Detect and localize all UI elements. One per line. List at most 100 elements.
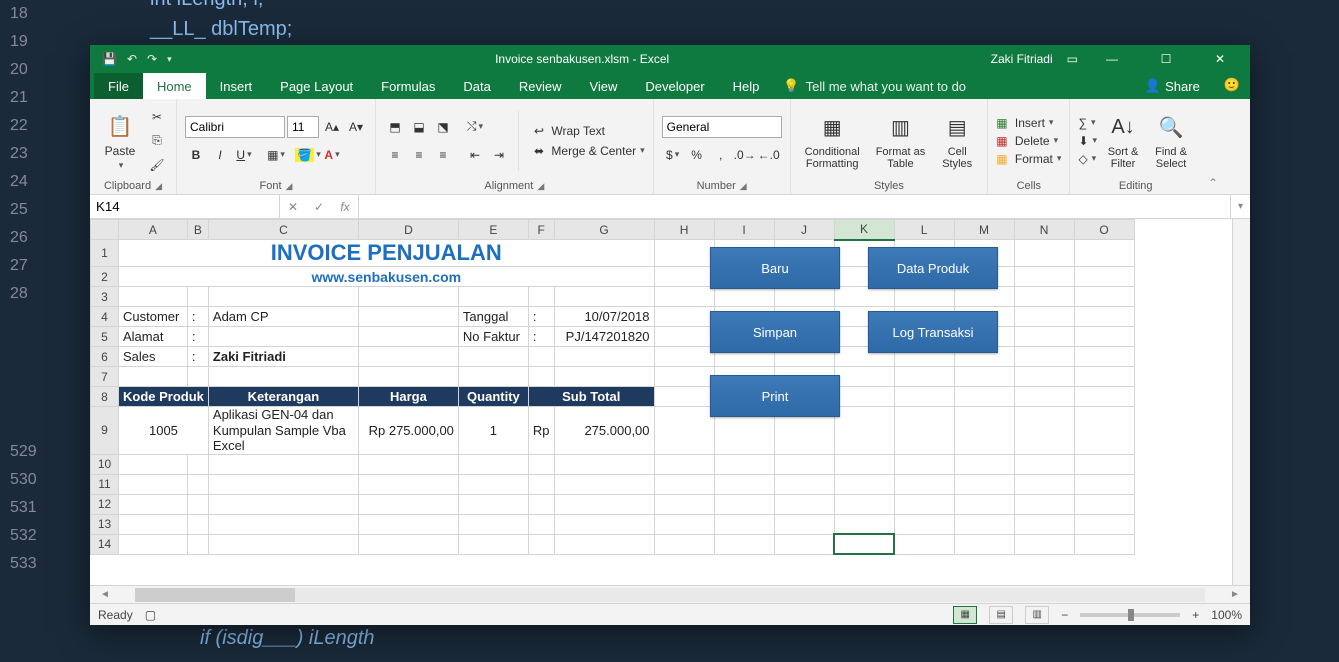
format-as-table-button[interactable]: ▥Format as Table	[870, 110, 932, 172]
cell-B11[interactable]	[187, 474, 208, 494]
cell-G6[interactable]	[554, 347, 654, 367]
row-header-6[interactable]: 6	[91, 347, 119, 367]
cell-C10[interactable]	[208, 454, 358, 474]
col-header-F[interactable]: F	[528, 220, 554, 240]
cell-H12[interactable]	[654, 494, 714, 514]
cell-B4[interactable]: :	[187, 307, 208, 327]
col-header-N[interactable]: N	[1014, 220, 1074, 240]
cell-F13[interactable]	[528, 514, 554, 534]
clipboard-dialog-icon[interactable]: ◢	[155, 181, 162, 192]
worksheet-grid[interactable]: ABCDEFGHIJKLMNO1INVOICE PENJUALAN2www.se…	[90, 219, 1232, 585]
page-layout-view-button[interactable]: ▤	[989, 606, 1013, 624]
col-header-O[interactable]: O	[1074, 220, 1134, 240]
tab-page-layout[interactable]: Page Layout	[266, 73, 367, 99]
cell-O13[interactable]	[1074, 514, 1134, 534]
qat-more-icon[interactable]: ▾	[167, 54, 172, 65]
alignment-dialog-icon[interactable]: ◢	[537, 181, 544, 192]
clear-button[interactable]: ◇▾	[1078, 152, 1097, 166]
cell-M7[interactable]	[954, 367, 1014, 387]
zoom-in-button[interactable]: +	[1192, 608, 1199, 622]
cell-J14[interactable]	[774, 534, 834, 554]
paste-button[interactable]: 📋 Paste ▾	[98, 108, 142, 173]
tab-insert[interactable]: Insert	[206, 73, 267, 99]
cell-M13[interactable]	[954, 514, 1014, 534]
align-center-button[interactable]: ≡	[408, 144, 430, 166]
cell-K14[interactable]	[834, 534, 894, 554]
cell-M10[interactable]	[954, 454, 1014, 474]
cell-C5[interactable]	[208, 327, 358, 347]
cell-D12[interactable]	[358, 494, 458, 514]
cell-E7[interactable]	[458, 367, 528, 387]
save-icon[interactable]: 💾	[102, 52, 117, 66]
cell-N2[interactable]	[1014, 267, 1074, 287]
minimize-button[interactable]: —	[1092, 52, 1132, 66]
align-bottom-button[interactable]: ⬔	[432, 116, 454, 138]
cell-N8[interactable]	[1014, 387, 1074, 407]
enter-formula-icon[interactable]: ✓	[306, 200, 332, 214]
tab-review[interactable]: Review	[505, 73, 576, 99]
cell-A10[interactable]	[119, 454, 188, 474]
cut-button[interactable]: ✂	[146, 106, 168, 128]
delete-cells-button[interactable]: ▦ Delete▾	[996, 134, 1061, 148]
cell-H5[interactable]	[654, 327, 714, 347]
cell-F14[interactable]	[528, 534, 554, 554]
cell-O4[interactable]	[1074, 307, 1134, 327]
cell-E4[interactable]: Tanggal	[458, 307, 528, 327]
comma-format-button[interactable]: ,	[710, 144, 732, 166]
cell-D8[interactable]: Harga	[358, 387, 458, 407]
baru-button[interactable]: Baru	[710, 247, 840, 289]
col-header-D[interactable]: D	[358, 220, 458, 240]
cell-O14[interactable]	[1074, 534, 1134, 554]
cell-C3[interactable]	[208, 287, 358, 307]
tab-formulas[interactable]: Formulas	[367, 73, 449, 99]
cell-I11[interactable]	[714, 474, 774, 494]
cell-E8[interactable]: Quantity	[458, 387, 528, 407]
sheet-nav-next[interactable]: ►	[1220, 589, 1250, 600]
cell-H9[interactable]	[654, 407, 714, 455]
align-left-button[interactable]: ≡	[384, 144, 406, 166]
sort-filter-button[interactable]: A↓Sort & Filter	[1101, 110, 1145, 172]
cell-H2[interactable]	[654, 267, 714, 287]
cell-B14[interactable]	[187, 534, 208, 554]
cell-L12[interactable]	[894, 494, 954, 514]
cell-D9[interactable]: Rp 275.000,00	[358, 407, 458, 455]
cell-G7[interactable]	[554, 367, 654, 387]
tab-view[interactable]: View	[575, 73, 631, 99]
cell-K13[interactable]	[834, 514, 894, 534]
row-header-14[interactable]: 14	[91, 534, 119, 554]
zoom-out-button[interactable]: −	[1061, 608, 1068, 622]
cell-A3[interactable]	[119, 287, 188, 307]
cell-E9[interactable]: 1	[458, 407, 528, 455]
cell-B6[interactable]: :	[187, 347, 208, 367]
cell-N9[interactable]	[1014, 407, 1074, 455]
cell-M9[interactable]	[954, 407, 1014, 455]
row-header-7[interactable]: 7	[91, 367, 119, 387]
cell-I13[interactable]	[714, 514, 774, 534]
conditional-formatting-button[interactable]: ▦Conditional Formatting	[799, 110, 866, 172]
decrease-indent-button[interactable]: ⇤	[464, 144, 486, 166]
col-header-M[interactable]: M	[954, 220, 1014, 240]
cell-M14[interactable]	[954, 534, 1014, 554]
cell-O12[interactable]	[1074, 494, 1134, 514]
cell-F3[interactable]	[528, 287, 554, 307]
font-color-button[interactable]: A▾	[321, 144, 343, 166]
cell-K12[interactable]	[834, 494, 894, 514]
cell-K7[interactable]	[834, 367, 894, 387]
collapse-ribbon-icon[interactable]: ⌃	[1201, 99, 1225, 194]
row-header-13[interactable]: 13	[91, 514, 119, 534]
print-button[interactable]: Print	[710, 375, 840, 417]
cell-H3[interactable]	[654, 287, 714, 307]
cell-B10[interactable]	[187, 454, 208, 474]
cell-N7[interactable]	[1014, 367, 1074, 387]
decrease-font-button[interactable]: A▾	[345, 116, 367, 138]
percent-format-button[interactable]: %	[686, 144, 708, 166]
col-header-G[interactable]: G	[554, 220, 654, 240]
row-header-2[interactable]: 2	[91, 267, 119, 287]
cell-L9[interactable]	[894, 407, 954, 455]
cell-A11[interactable]	[119, 474, 188, 494]
cell-C14[interactable]	[208, 534, 358, 554]
cell-N12[interactable]	[1014, 494, 1074, 514]
col-header-E[interactable]: E	[458, 220, 528, 240]
share-button[interactable]: 👤Share	[1131, 73, 1214, 99]
cell-F6[interactable]	[528, 347, 554, 367]
